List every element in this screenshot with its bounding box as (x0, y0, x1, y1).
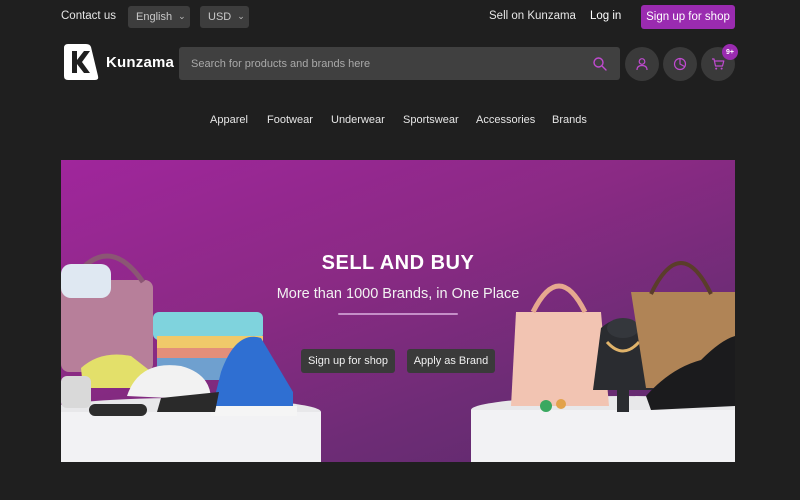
signup-button[interactable]: Sign up for shop (641, 5, 735, 29)
user-icon (636, 58, 648, 71)
apply-brand-button[interactable]: Apply as Brand (407, 349, 495, 373)
hero-banner: SELL AND BUY More than 1000 Brands, in O… (61, 160, 735, 462)
contact-link[interactable]: Contact us (61, 10, 116, 22)
account-button[interactable] (625, 47, 659, 81)
top-bar: Contact us English ⌄ USD ⌄ Sell on Kunza… (0, 0, 800, 34)
hero-product-illustration (61, 253, 735, 462)
hero-title: SELL AND BUY (321, 252, 475, 274)
hero-signup-button[interactable]: Sign up for shop (301, 349, 395, 373)
login-link[interactable]: Log in (590, 10, 621, 22)
language-value: English (136, 11, 173, 23)
hero-subtitle: More than 1000 Brands, in One Place (276, 286, 520, 302)
category-nav: Apparel Footwear Underwear Sportswear Ac… (0, 112, 800, 128)
history-icon (673, 57, 687, 71)
nav-item-brands[interactable]: Brands (552, 114, 587, 126)
language-select[interactable]: English ⌄ (128, 6, 190, 28)
nav-item-underwear[interactable]: Underwear (331, 114, 385, 126)
chevron-down-icon: ⌄ (237, 10, 245, 21)
search-bar (179, 47, 620, 80)
history-button[interactable] (663, 47, 697, 81)
cart-badge: 9+ (722, 44, 738, 60)
currency-select[interactable]: USD ⌄ (200, 6, 249, 28)
search-input[interactable] (179, 47, 579, 80)
nav-item-accessories[interactable]: Accessories (476, 114, 535, 126)
kunzama-logo[interactable] (60, 42, 100, 82)
search-icon[interactable] (592, 56, 608, 72)
hero-divider (338, 313, 458, 315)
brand-name: Kunzama (106, 54, 175, 71)
currency-value: USD (208, 11, 232, 23)
nav-item-sportswear[interactable]: Sportswear (403, 114, 459, 126)
cart-icon (712, 58, 725, 70)
nav-item-apparel[interactable]: Apparel (210, 114, 248, 126)
chevron-down-icon: ⌄ (178, 10, 186, 21)
nav-item-footwear[interactable]: Footwear (267, 114, 313, 126)
sell-link[interactable]: Sell on Kunzama (489, 10, 576, 22)
